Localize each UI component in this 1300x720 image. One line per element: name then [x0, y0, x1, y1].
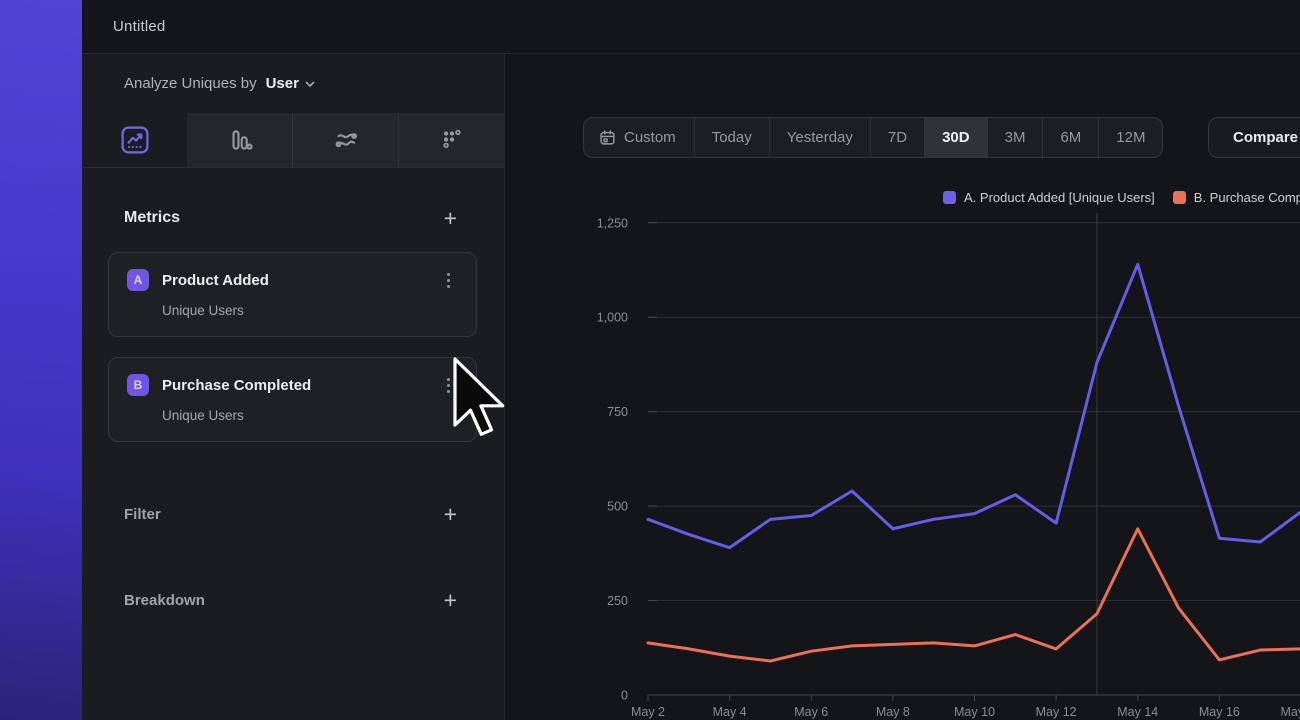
report-title[interactable]: Untitled: [113, 18, 165, 35]
svg-text:May 6: May 6: [794, 705, 828, 719]
flows-icon: [332, 126, 360, 154]
metric-measurement[interactable]: Unique Users: [162, 408, 452, 423]
add-metric-button[interactable]: +: [444, 208, 457, 228]
range-custom[interactable]: Custom: [584, 118, 694, 157]
metric-menu-button[interactable]: [445, 376, 452, 395]
breakdown-section: Breakdown +: [82, 590, 504, 610]
top-bar: Untitled: [82, 0, 1300, 54]
svg-text:May 10: May 10: [954, 705, 995, 719]
query-sidebar: Analyze Uniques by User: [82, 54, 505, 720]
range-12m[interactable]: 12M: [1098, 118, 1162, 157]
range-label: 12M: [1116, 129, 1145, 146]
line-chart-icon: [121, 126, 149, 154]
svg-text:750: 750: [607, 405, 628, 419]
range-label: 30D: [942, 129, 970, 146]
svg-text:500: 500: [607, 500, 628, 514]
metrics-title: Metrics: [124, 209, 180, 227]
metric-name: Purchase Completed: [162, 377, 445, 394]
svg-text:May 14: May 14: [1117, 705, 1158, 719]
app-window: Untitled Analyze Uniques by User: [82, 0, 1300, 720]
tab-bar-chart[interactable]: [187, 113, 292, 167]
svg-text:May 18: May 18: [1281, 705, 1300, 719]
metric-card-b[interactable]: B Purchase Completed Unique Users: [108, 357, 477, 442]
svg-text:1,000: 1,000: [597, 311, 628, 325]
dots-grid-icon: [438, 126, 466, 154]
legend-label: A. Product Added [Unique Users]: [964, 190, 1155, 205]
chart-type-tabstrip: [82, 113, 504, 168]
line-chart[interactable]: 0 250 500 750 1,000 1,250 May 2 May 4 May 6 May 8…: [555, 206, 1300, 720]
svg-text:0: 0: [621, 689, 628, 703]
range-label: 7D: [888, 129, 907, 146]
range-7d[interactable]: 7D: [870, 118, 924, 157]
legend-item[interactable]: A. Product Added [Unique Users]: [943, 190, 1155, 205]
screen: Untitled Analyze Uniques by User: [0, 0, 1300, 720]
tab-flows[interactable]: [292, 113, 398, 167]
svg-text:1,250: 1,250: [597, 216, 628, 230]
metric-menu-button[interactable]: [445, 271, 452, 290]
breakdown-label: Breakdown: [124, 592, 205, 609]
calendar-icon: [599, 129, 616, 146]
range-label: Custom: [624, 129, 676, 146]
metric-card-a[interactable]: A Product Added Unique Users: [108, 252, 477, 337]
range-6m[interactable]: 6M: [1042, 118, 1098, 157]
range-yesterday[interactable]: Yesterday: [769, 118, 870, 157]
legend-item[interactable]: B. Purchase Completed [Unique Users]: [1173, 190, 1300, 205]
legend-swatch: [943, 191, 956, 204]
tab-retention-dots[interactable]: [398, 113, 504, 167]
range-label: 6M: [1060, 129, 1081, 146]
range-3m[interactable]: 3M: [987, 118, 1043, 157]
add-breakdown-button[interactable]: +: [444, 590, 457, 610]
bar-chart-icon: [226, 126, 254, 154]
compare-button[interactable]: Compare: [1208, 117, 1300, 158]
background-gradient-strip: [0, 0, 82, 720]
range-30d[interactable]: 30D: [924, 118, 987, 157]
filter-section: Filter +: [82, 504, 504, 524]
metrics-header: Metrics +: [82, 208, 504, 228]
svg-text:May 8: May 8: [876, 705, 910, 719]
chart-legend: A. Product Added [Unique Users] B. Purcha…: [943, 190, 1300, 205]
range-label: Today: [712, 129, 752, 146]
svg-text:May 4: May 4: [713, 705, 747, 719]
range-today[interactable]: Today: [694, 118, 769, 157]
analyze-entity-dropdown[interactable]: User: [266, 75, 316, 92]
chevron-down-icon: [304, 78, 316, 90]
line-chart-canvas: 0 250 500 750 1,000 1,250 May 2 May 4 May 6 May 8…: [555, 206, 1300, 720]
metric-badge-a: A: [127, 269, 149, 291]
svg-text:May 2: May 2: [631, 705, 665, 719]
date-range-segmented-control: Custom Today Yesterday 7D 30D 3M 6M 12M: [583, 117, 1163, 158]
filter-label: Filter: [124, 506, 161, 523]
svg-text:May 16: May 16: [1199, 705, 1240, 719]
legend-swatch: [1173, 191, 1186, 204]
tab-line-insights[interactable]: [82, 113, 187, 167]
svg-text:May 12: May 12: [1036, 705, 1077, 719]
analyze-row: Analyze Uniques by User: [82, 54, 504, 113]
range-label: 3M: [1005, 129, 1026, 146]
range-label: Yesterday: [787, 129, 853, 146]
svg-text:250: 250: [607, 594, 628, 608]
metric-measurement[interactable]: Unique Users: [162, 303, 452, 318]
metric-badge-b: B: [127, 374, 149, 396]
metric-name: Product Added: [162, 272, 445, 289]
add-filter-button[interactable]: +: [444, 504, 457, 524]
analyze-entity-value: User: [266, 75, 299, 92]
analyze-label: Analyze Uniques by: [124, 75, 257, 92]
legend-label: B. Purchase Completed [Unique Users]: [1194, 190, 1300, 205]
